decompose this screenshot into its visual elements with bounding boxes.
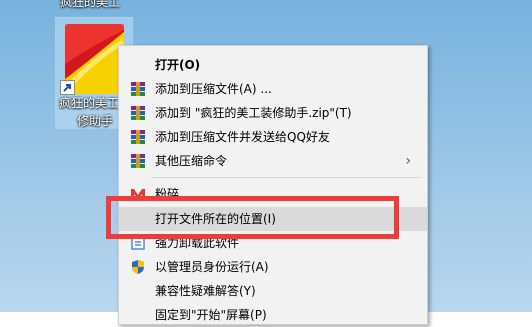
winrar-icon xyxy=(131,106,145,120)
menu-item-label: 其他压缩命令 xyxy=(155,154,228,168)
winrar-icon xyxy=(131,130,145,144)
menu-item-run-as-admin[interactable]: 以管理员身份运行(A) xyxy=(119,255,427,279)
menu-separator xyxy=(151,177,421,178)
menu-item-add-to-archive[interactable]: 添加到压缩文件(A) ... xyxy=(119,77,427,101)
menu-item-other-compress[interactable]: 其他压缩命令 › xyxy=(119,149,427,173)
context-menu: 打开(O) 添加到压缩文件(A) ... 添加到 "疯狂的美工装修助手.zip"… xyxy=(118,45,428,325)
menu-item-label: 添加到 "疯狂的美工装修助手.zip"(T) xyxy=(155,106,352,120)
uac-shield-icon xyxy=(132,260,144,274)
menu-item-label: 添加到压缩文件并发送给QQ好友 xyxy=(155,130,330,144)
menu-item-label: 打开(O) xyxy=(155,58,201,72)
menu-item-label: 添加到压缩文件(A) ... xyxy=(155,82,272,96)
menu-item-compatibility[interactable]: 兼容性疑难解答(Y) xyxy=(119,279,427,303)
menu-item-label: 以管理员身份运行(A) xyxy=(155,260,269,274)
menu-item-label: 兼容性疑难解答(Y) xyxy=(155,284,256,298)
menu-item-open[interactable]: 打开(O) xyxy=(119,53,427,77)
winrar-icon xyxy=(131,154,145,168)
desktop-icon-label-above[interactable]: 疯狂的美工 xyxy=(60,0,120,10)
menu-item-label: 固定到"开始"屏幕(P) xyxy=(155,308,267,322)
highlight-box xyxy=(106,196,399,239)
winrar-icon xyxy=(131,82,145,96)
menu-item-pin-to-start[interactable]: 固定到"开始"屏幕(P) xyxy=(119,303,427,327)
menu-item-add-to-zip[interactable]: 添加到 "疯狂的美工装修助手.zip"(T) xyxy=(119,101,427,125)
menu-item-add-and-send-qq[interactable]: 添加到压缩文件并发送给QQ好友 xyxy=(119,125,427,149)
desktop-background: 疯狂的美工 疯狂的美工装修助手 打开(O) 添加到压缩文件(A) ... 添加到… xyxy=(0,0,532,325)
submenu-arrow-icon: › xyxy=(405,153,411,169)
shortcut-arrow-icon xyxy=(60,80,75,95)
